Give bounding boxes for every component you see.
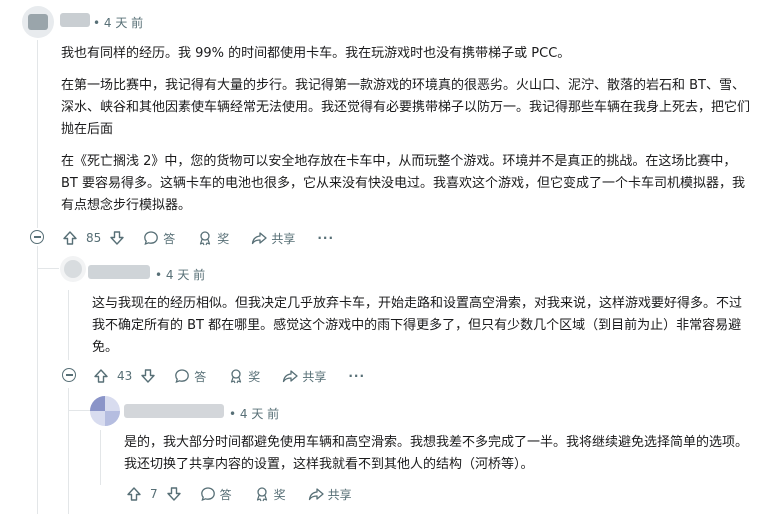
avatar[interactable] [60, 256, 86, 282]
thread-line [100, 430, 101, 485]
avatar[interactable] [22, 6, 54, 38]
comment-actions: 7 答 奖 共享 [126, 482, 374, 506]
collapse-minus-icon[interactable] [62, 368, 76, 382]
vote-count: 43 [117, 369, 133, 383]
award-label: 奖 [217, 231, 230, 246]
thread-line [68, 388, 69, 514]
thread-branch [37, 268, 59, 269]
time-text: 4 天 前 [239, 407, 280, 421]
award-icon [228, 368, 244, 384]
thread-line [68, 290, 69, 360]
arrow-up-icon[interactable] [62, 230, 78, 246]
vote-count: 85 [86, 231, 102, 245]
more-label: ··· [348, 369, 366, 383]
share-button[interactable]: 共享 [282, 368, 326, 385]
share-button[interactable]: 共享 [251, 230, 295, 247]
vote-group: 85 [62, 230, 125, 246]
username[interactable] [88, 265, 150, 279]
username[interactable] [124, 404, 224, 418]
comment-paragraph: 这与我现在的经历相似。但我决定几乎放弃卡车，开始走路和设置高空滑索，对我来说，这… [92, 296, 743, 355]
comment-timestamp: • 4 天 前 [229, 407, 280, 421]
avatar[interactable] [90, 396, 120, 426]
share-label: 共享 [302, 369, 327, 384]
comment-paragraph: 在《死亡搁浅 2》中，您的货物可以安全地存放在卡车中，从而玩整个游戏。环境并不是… [61, 154, 745, 213]
thread-line [37, 40, 38, 228]
award-button[interactable]: 奖 [197, 230, 229, 247]
vote-group: 7 [126, 486, 182, 502]
arrow-up-icon[interactable] [93, 368, 109, 384]
vote-group: 43 [93, 368, 156, 384]
award-button[interactable]: 奖 [228, 368, 260, 385]
comment-body: 我也有同样的经历。我 99% 的时间都使用卡车。我在玩游戏时也没有携带梯子或 P… [61, 43, 751, 227]
comment-body: 是的，我大部分时间都避免使用车辆和高空滑索。我想我差不多完成了一半。我将继续避免… [124, 432, 754, 486]
award-icon [197, 230, 213, 246]
speech-bubble-icon [174, 368, 190, 384]
username[interactable] [60, 13, 90, 27]
share-label: 共享 [327, 487, 352, 502]
more-options-button[interactable]: ··· [348, 369, 365, 383]
reply-label: 答 [194, 369, 207, 384]
share-label: 共享 [271, 231, 296, 246]
share-arrow-icon [282, 368, 298, 384]
comment-actions: 43 答 奖 共享 ··· [93, 364, 387, 388]
award-label: 奖 [248, 369, 261, 384]
reply-button[interactable]: 答 [174, 368, 206, 385]
collapse-minus-icon[interactable] [30, 230, 44, 244]
more-options-button[interactable]: ··· [317, 231, 334, 245]
comment-paragraph: 我也有同样的经历。我 99% 的时间都使用卡车。我在玩游戏时也没有携带梯子或 P… [61, 46, 571, 61]
reply-label: 答 [163, 231, 176, 246]
comment-timestamp: • 4 天 前 [155, 268, 206, 282]
award-icon [254, 486, 270, 502]
share-button[interactable]: 共享 [308, 486, 352, 503]
arrow-down-icon[interactable] [109, 230, 125, 246]
award-button[interactable]: 奖 [254, 486, 286, 503]
thread-line [37, 246, 38, 514]
speech-bubble-icon [143, 230, 159, 246]
thread-branch [68, 410, 90, 411]
reply-button[interactable]: 答 [143, 230, 175, 247]
comment-paragraph: 是的，我大部分时间都避免使用车辆和高空滑索。我想我差不多完成了一半。我将继续避免… [124, 435, 749, 472]
time-text: 4 天 前 [165, 268, 206, 282]
reply-button[interactable]: 答 [200, 486, 232, 503]
more-label: ··· [317, 231, 335, 245]
award-label: 奖 [273, 487, 286, 502]
comment-actions: 85 答 奖 共享 ··· [62, 226, 356, 250]
speech-bubble-icon [200, 486, 216, 502]
comment-timestamp: • 4 天 前 [93, 16, 144, 30]
reply-label: 答 [219, 487, 232, 502]
share-arrow-icon [308, 486, 324, 502]
time-text: 4 天 前 [103, 16, 144, 30]
vote-count: 7 [150, 487, 158, 501]
share-arrow-icon [251, 230, 267, 246]
arrow-down-icon[interactable] [166, 486, 182, 502]
comment-body: 这与我现在的经历相似。但我决定几乎放弃卡车，开始走路和设置高空滑索，对我来说，这… [92, 293, 752, 369]
comment-paragraph: 在第一场比赛中，我记得有大量的步行。我记得第一款游戏的环境真的很恶劣。火山口、泥… [61, 78, 751, 137]
arrow-down-icon[interactable] [140, 368, 156, 384]
arrow-up-icon[interactable] [126, 486, 142, 502]
